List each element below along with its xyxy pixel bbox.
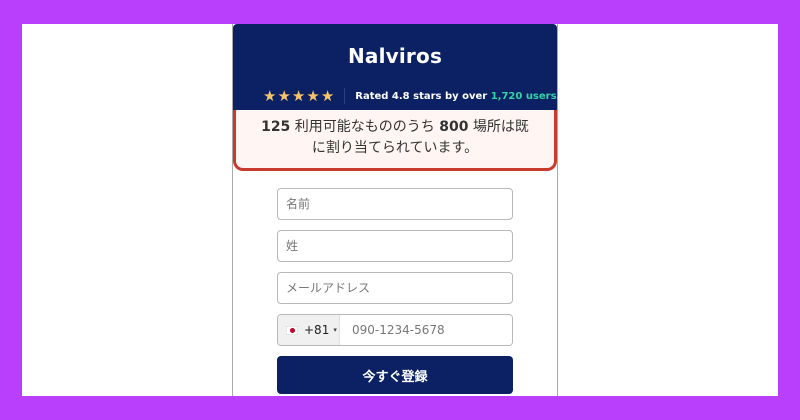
- rating-stars: ★ ★ ★ ★ ★: [263, 86, 335, 105]
- star-icon: ★: [320, 86, 335, 105]
- rating-prefix: Rated 4.8 stars by over: [355, 90, 491, 102]
- page-inner: Nalviros ★ ★ ★ ★ ★ Rated 4.8 stars by ov…: [22, 24, 778, 396]
- country-code: +81: [304, 323, 330, 337]
- japan-flag-icon: [286, 325, 298, 335]
- first-name-field[interactable]: [277, 188, 513, 220]
- alert-text-2: 場所は既: [468, 119, 529, 135]
- last-name-field[interactable]: [277, 230, 513, 262]
- signup-card: Nalviros ★ ★ ★ ★ ★ Rated 4.8 stars by ov…: [232, 24, 560, 396]
- email-field[interactable]: [277, 272, 513, 304]
- phone-field: +81 ▾: [277, 314, 513, 346]
- alert-total-number: 800: [439, 119, 469, 135]
- brand-name: Nalviros: [347, 44, 443, 68]
- alert-text-1: 利用可能なもののうち: [290, 119, 440, 135]
- header: Nalviros ★ ★ ★ ★ ★ Rated 4.8 stars by ov…: [233, 24, 560, 110]
- rating-row: ★ ★ ★ ★ ★ Rated 4.8 stars by over 1,720 …: [263, 87, 560, 105]
- signup-form: +81 ▾ 今すぐ登録: [277, 188, 513, 394]
- star-icon: ★: [291, 86, 306, 105]
- country-code-select[interactable]: +81 ▾: [278, 315, 340, 345]
- star-icon: ★: [263, 86, 277, 105]
- chevron-down-icon: ▾: [333, 326, 337, 334]
- register-button[interactable]: 今すぐ登録: [277, 356, 513, 394]
- rating-suffix: .: [556, 90, 561, 102]
- rating-count: 1,720 users: [490, 90, 557, 102]
- phone-input[interactable]: [340, 315, 512, 345]
- availability-alert: 125 利用可能なもののうち 800 場所は既 に割り当てられています。: [233, 110, 557, 171]
- rating-text: Rated 4.8 stars by over 1,720 users.: [355, 91, 560, 102]
- alert-available-number: 125: [261, 119, 291, 135]
- rating-divider: [344, 88, 346, 104]
- alert-text-3: に割り当てられています。: [311, 140, 479, 156]
- star-icon: ★: [306, 86, 320, 105]
- star-icon: ★: [277, 86, 291, 105]
